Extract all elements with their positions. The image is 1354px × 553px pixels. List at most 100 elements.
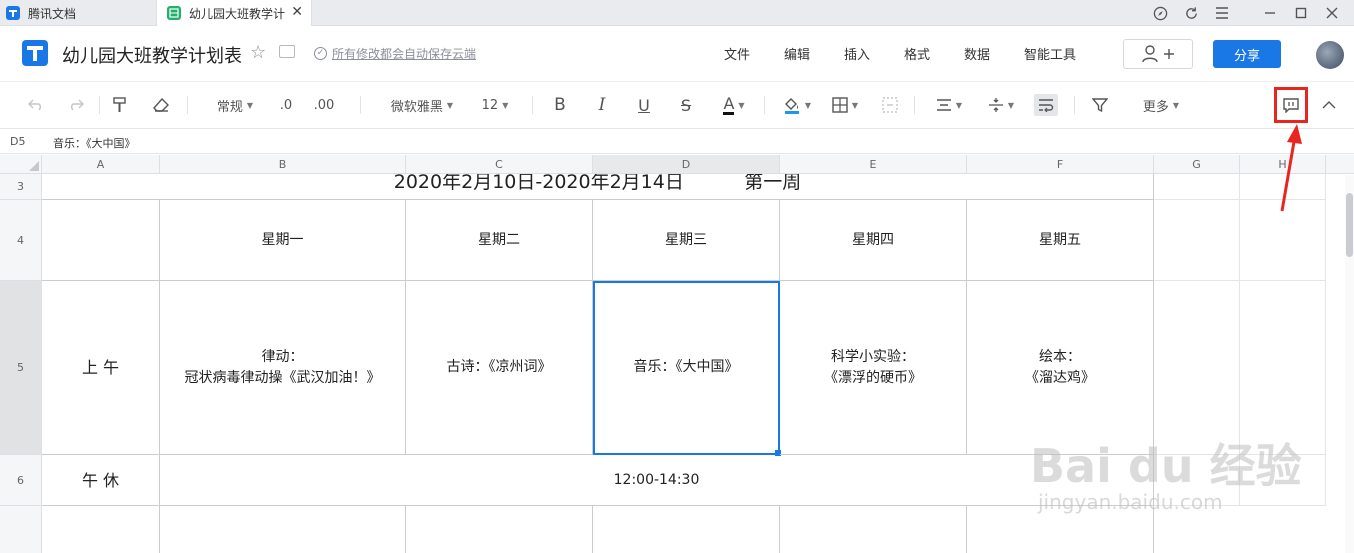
formula-bar: D5 音乐：《大中国》 (0, 130, 1354, 154)
tab-label: 腾讯文档 (28, 6, 77, 21)
formula-input[interactable]: 音乐：《大中国》 (53, 135, 136, 151)
row-header-4[interactable]: 4 (0, 200, 42, 281)
filter-icon[interactable] (1090, 94, 1110, 116)
morning-monday[interactable]: 律动： 冠状病毒律动操《武汉加油！》 (160, 281, 406, 455)
grid-cell[interactable] (1154, 174, 1240, 200)
row-header-7[interactable] (0, 506, 42, 553)
column-header-c[interactable]: C (406, 155, 593, 174)
menu-icon[interactable] (1211, 3, 1233, 23)
more-dropdown[interactable]: 更多 ▼ (1138, 94, 1184, 116)
column-header-g[interactable]: G (1154, 155, 1240, 174)
horizontal-align-dropdown[interactable]: ▼ (932, 94, 966, 116)
wrap-text-icon (1039, 99, 1054, 112)
annotation-arrow (1280, 124, 1302, 212)
menu-edit[interactable]: 编辑 (784, 44, 810, 63)
tab-label: 幼儿园大班教学计 (189, 6, 286, 21)
row-header-3[interactable]: 3 (0, 174, 42, 200)
table-cell[interactable] (780, 506, 967, 553)
vertical-align-icon (988, 98, 1003, 112)
avatar[interactable] (1316, 41, 1344, 69)
bold-button[interactable]: B (550, 94, 570, 116)
column-header-f[interactable]: F (967, 155, 1154, 174)
weekday-friday[interactable]: 星期五 (967, 200, 1154, 281)
strikethrough-button[interactable]: S (676, 94, 696, 116)
menu-smart-tools[interactable]: 智能工具 (1024, 44, 1076, 63)
paint-bucket-icon (784, 98, 799, 114)
select-all-corner[interactable] (0, 155, 42, 174)
undo-icon[interactable] (26, 94, 46, 116)
tencent-docs-logo[interactable] (22, 40, 48, 66)
close-icon[interactable]: ✕ (291, 4, 303, 20)
tencent-docs-icon (6, 6, 20, 20)
tab-current-doc[interactable]: 幼儿园大班教学计 ✕ (156, 0, 312, 26)
redo-icon[interactable] (66, 94, 86, 116)
menu-insert[interactable]: 插入 (844, 44, 870, 63)
wrap-text-button[interactable] (1034, 94, 1058, 116)
column-header-a[interactable]: A (42, 155, 160, 174)
morning-wednesday-selected[interactable]: 音乐：《大中国》 (593, 281, 780, 455)
grid-cell[interactable] (1240, 281, 1326, 455)
collapse-toolbar-icon[interactable] (1319, 94, 1339, 116)
vertical-align-dropdown[interactable]: ▼ (984, 94, 1018, 116)
menu-format[interactable]: 格式 (904, 44, 930, 63)
watermark-url: jingyan.baidu.com (1038, 490, 1223, 514)
row-header-6[interactable]: 6 (0, 455, 42, 506)
underline-button[interactable]: U (634, 94, 654, 116)
number-format-dropdown[interactable]: 常规 ▼ (212, 94, 258, 116)
vertical-scrollbar[interactable] (1345, 175, 1354, 553)
add-user-icon (1142, 45, 1174, 63)
minimize-icon[interactable] (1259, 3, 1281, 23)
compass-icon[interactable] (1149, 3, 1171, 23)
italic-button[interactable]: I (592, 94, 612, 116)
share-button[interactable]: 分享 (1213, 40, 1281, 68)
row-header-5[interactable]: 5 (0, 281, 42, 455)
weekday-wednesday[interactable]: 星期三 (593, 200, 780, 281)
menu-data[interactable]: 数据 (964, 44, 990, 63)
nap-time[interactable]: 12:00-14:30 (160, 455, 1154, 506)
table-cell[interactable] (42, 200, 160, 281)
refresh-icon[interactable] (1180, 3, 1202, 23)
toolbar: 常规 ▼ .0 .00 微软雅黑 ▼ 12 ▼ B I U S A ▼ ▼ ▼ ▼ ▼ (0, 82, 1354, 129)
table-cell[interactable] (42, 506, 160, 553)
document-title[interactable]: 幼儿园大班教学计划表 (62, 42, 242, 68)
grid-cell[interactable] (1154, 281, 1240, 455)
font-size-dropdown[interactable]: 12 ▼ (478, 94, 512, 116)
weekday-monday[interactable]: 星期一 (160, 200, 406, 281)
align-center-icon (936, 99, 951, 111)
star-icon[interactable]: ☆ (250, 42, 266, 63)
check-circle-icon: ✓ (314, 47, 327, 60)
clear-format-icon[interactable] (151, 94, 171, 116)
window-close-icon[interactable] (1321, 3, 1343, 23)
column-header-e[interactable]: E (780, 155, 967, 174)
weekday-tuesday[interactable]: 星期二 (406, 200, 593, 281)
font-color-dropdown[interactable]: A ▼ (716, 94, 752, 116)
column-header-b[interactable]: B (160, 155, 406, 174)
merge-cells-icon[interactable] (880, 94, 900, 116)
fill-color-dropdown[interactable]: ▼ (780, 94, 814, 116)
font-family-dropdown[interactable]: 微软雅黑 ▼ (384, 94, 460, 116)
column-header-d[interactable]: D (593, 155, 780, 174)
weekday-thursday[interactable]: 星期四 (780, 200, 967, 281)
table-cell[interactable] (160, 506, 406, 553)
scrollbar-thumb[interactable] (1346, 193, 1353, 257)
nap-label[interactable]: 午 休 (42, 455, 160, 506)
morning-label[interactable]: 上 午 (42, 281, 160, 455)
table-cell[interactable] (406, 506, 593, 553)
tab-tencent-docs[interactable]: 腾讯文档 (6, 0, 156, 26)
morning-thursday[interactable]: 科学小实验： 《漂浮的硬币》 (780, 281, 967, 455)
format-painter-icon[interactable] (110, 94, 130, 116)
title-cell[interactable]: 2020年2月10日-2020年2月14日 第一周 (42, 174, 1154, 200)
decrease-decimal-button[interactable]: .0 (276, 94, 296, 116)
menu-file[interactable]: 文件 (724, 44, 750, 63)
table-cell[interactable] (593, 506, 780, 553)
cell-reference[interactable]: D5 (10, 135, 25, 148)
column-header-more (1326, 155, 1354, 174)
maximize-icon[interactable] (1290, 3, 1312, 23)
morning-tuesday[interactable]: 古诗：《凉州词》 (406, 281, 593, 455)
morning-friday[interactable]: 绘本： 《溜达鸡》 (967, 281, 1154, 455)
folder-icon[interactable] (279, 45, 295, 58)
grid-cell[interactable] (1154, 200, 1240, 281)
add-collaborator-button[interactable] (1123, 39, 1193, 69)
borders-dropdown[interactable]: ▼ (828, 94, 862, 116)
increase-decimal-button[interactable]: .00 (310, 94, 338, 116)
